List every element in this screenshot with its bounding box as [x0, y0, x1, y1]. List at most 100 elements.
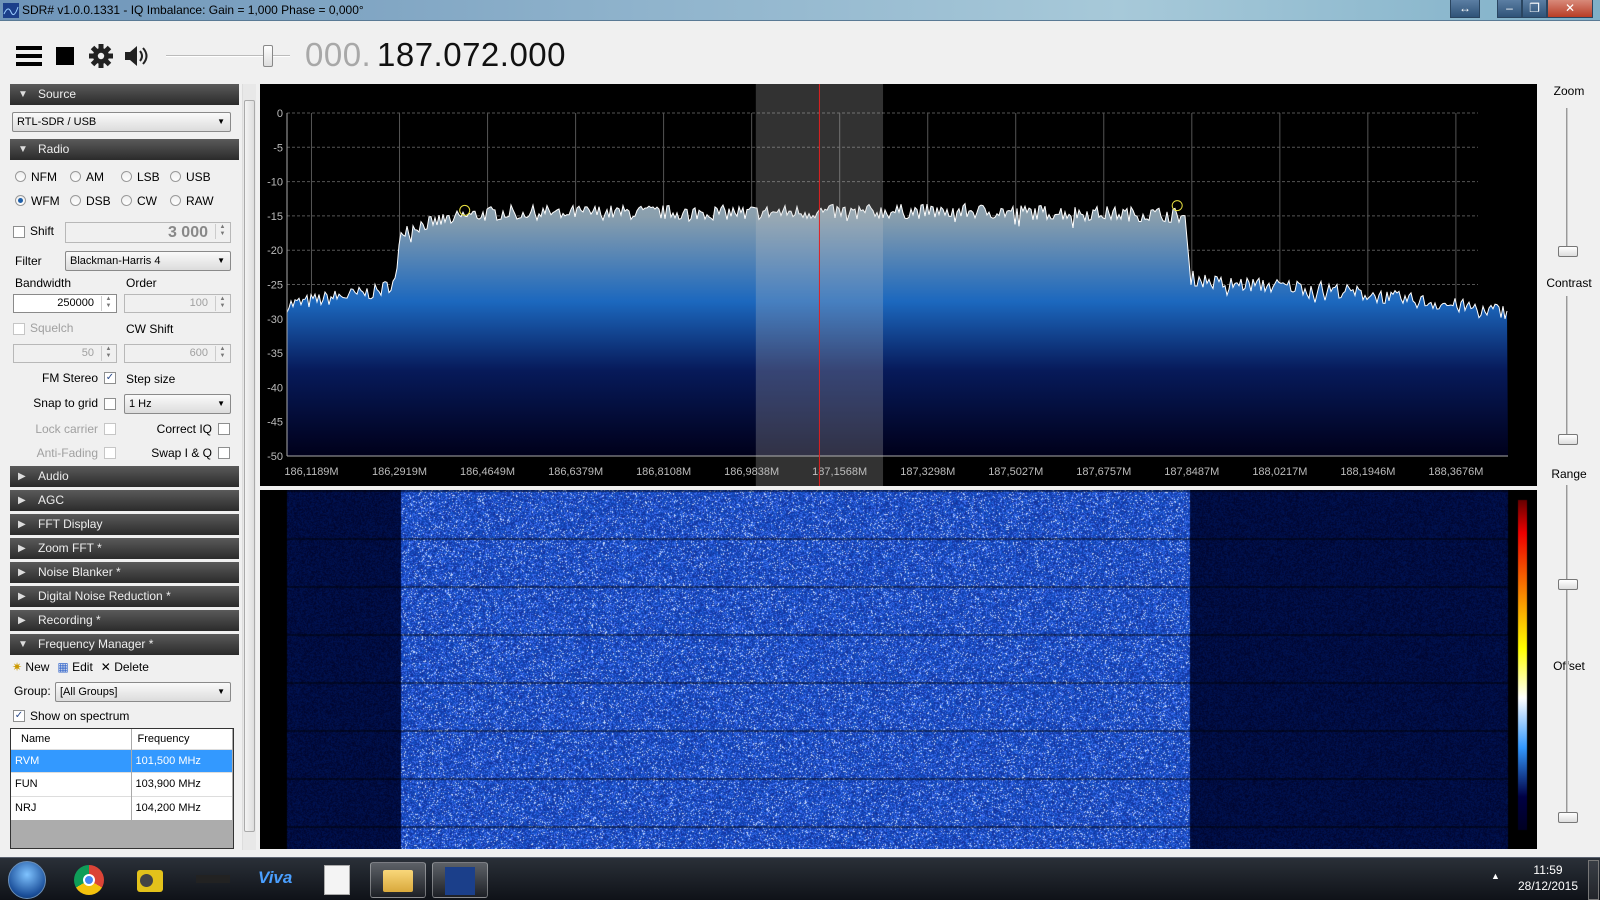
panel-header-digitalnoisereduction[interactable]: ▶ Digital Noise Reduction * — [10, 586, 239, 607]
y-tick-label: -5 — [273, 142, 283, 154]
bandwidth-input[interactable]: 250000 ▲ ▼ — [13, 294, 117, 313]
frequency-manager-header[interactable]: ▼ Frequency Manager * — [10, 634, 239, 655]
mode-label: RAW — [186, 194, 214, 208]
panel-header-noiseblanker[interactable]: ▶ Noise Blanker * — [10, 562, 239, 583]
offset-slider-thumb[interactable] — [1558, 812, 1578, 823]
panel-header-recording[interactable]: ▶ Recording * — [10, 610, 239, 631]
frequency-manager-header-label: Frequency Manager * — [38, 637, 154, 651]
source-header[interactable]: ▼ Source — [10, 84, 239, 105]
column-frequency[interactable]: Frequency — [131, 729, 233, 749]
y-tick-label: 0 — [277, 108, 283, 120]
clock-date: 28/12/2015 — [1517, 879, 1579, 893]
snap-to-grid-checkbox[interactable] — [104, 398, 116, 410]
delete-button[interactable]: ✕ Delete — [101, 660, 149, 674]
expand-arrow-icon: ▶ — [18, 567, 26, 578]
explorer-taskbar-button[interactable] — [370, 862, 426, 898]
x-tick-label: 187,6757M — [1076, 466, 1131, 478]
show-desktop-button[interactable] — [1588, 860, 1599, 900]
shift-value: 3 000 — [167, 224, 208, 241]
fm-stereo-checkbox[interactable]: ✓ — [104, 372, 116, 384]
offset-slider[interactable] — [1566, 674, 1568, 818]
radio-app-icon[interactable] — [137, 870, 163, 892]
radio-button[interactable] — [15, 171, 26, 182]
document-icon[interactable] — [324, 865, 350, 895]
group-dropdown[interactable]: [All Groups] ▼ — [55, 682, 231, 702]
squelch-checkbox[interactable] — [13, 323, 25, 335]
spectrum-analyzer[interactable]: 0 -5 -10 -15 -20 -25 -30 -35 -40 -45 -50 186,1189M 1… — [260, 84, 1537, 486]
start-button[interactable] — [8, 861, 46, 899]
panel-header-zoomfft[interactable]: ▶ Zoom FFT * — [10, 538, 239, 559]
panel-header-label: Noise Blanker * — [38, 565, 121, 579]
contrast-slider-thumb[interactable] — [1558, 434, 1578, 445]
swap-iq-checkbox[interactable] — [218, 447, 230, 459]
stop-icon[interactable] — [56, 47, 74, 65]
correct-iq-checkbox[interactable] — [218, 423, 230, 435]
panel-header-label: AGC — [38, 493, 65, 507]
filter-dropdown[interactable]: Blackman-Harris 4 ▼ — [65, 251, 231, 271]
waterfall-display[interactable] — [260, 490, 1537, 849]
show-hidden-icons-button[interactable]: ▲ — [1491, 871, 1500, 881]
shift-input[interactable]: 3 000 ▲ ▼ — [65, 222, 231, 243]
mode-label: USB — [186, 170, 211, 184]
show-on-spectrum-checkbox[interactable]: ✓ — [13, 710, 25, 722]
expand-arrow-icon: ▶ — [18, 519, 26, 530]
resize-button[interactable]: ↔ — [1450, 0, 1480, 18]
column-name[interactable]: Name — [11, 729, 132, 749]
radio-button[interactable] — [121, 171, 132, 182]
lock-carrier-checkbox[interactable] — [104, 423, 116, 435]
x-tick-label: 187,8487M — [1164, 466, 1219, 478]
left-panel-scrollbar[interactable] — [242, 84, 256, 850]
scrollbar-thumb[interactable] — [244, 100, 255, 832]
zoom-slider-thumb[interactable] — [1558, 246, 1578, 257]
minimize-button[interactable]: – — [1497, 0, 1522, 18]
anti-fading-checkbox[interactable] — [104, 447, 116, 459]
radio-button[interactable] — [170, 195, 181, 206]
radio-button[interactable] — [70, 195, 81, 206]
table-row[interactable]: NRJ 104,200 MHz — [11, 796, 233, 820]
zoom-slider[interactable] — [1566, 108, 1568, 252]
dab-app-icon[interactable] — [196, 875, 230, 883]
step-size-dropdown[interactable]: 1 Hz ▼ — [124, 394, 231, 414]
contrast-slider[interactable] — [1566, 296, 1568, 440]
panel-header-fftdisplay[interactable]: ▶ FFT Display — [10, 514, 239, 535]
squelch-input[interactable]: 50 ▲ ▼ — [13, 344, 117, 363]
waterfall-canvas[interactable] — [260, 490, 1537, 849]
system-clock[interactable]: 11:59 28/12/2015 — [1508, 862, 1588, 894]
table-row[interactable]: FUN 103,900 MHz — [11, 772, 233, 796]
frequency-prefix[interactable]: 000. — [305, 36, 371, 74]
radio-button[interactable] — [15, 195, 26, 206]
shift-checkbox[interactable] — [13, 226, 25, 238]
edit-label: Edit — [72, 660, 93, 674]
source-dropdown[interactable]: RTL-SDR / USB ▼ — [12, 112, 231, 132]
radio-header[interactable]: ▼ Radio — [10, 139, 239, 160]
chrome-icon[interactable] — [74, 865, 104, 895]
close-button[interactable]: ✕ — [1547, 0, 1593, 18]
radio-button[interactable] — [70, 171, 81, 182]
radio-button[interactable] — [170, 171, 181, 182]
menu-icon[interactable] — [16, 46, 42, 66]
new-button[interactable]: ✷ New — [12, 660, 49, 674]
sdrsharp-taskbar-button[interactable] — [432, 862, 488, 898]
restore-button[interactable]: ❐ — [1522, 0, 1547, 18]
radio-viva-icon[interactable]: Viva — [258, 868, 292, 888]
order-input[interactable]: 100 ▲ ▼ — [124, 294, 231, 313]
filter-label: Filter — [15, 254, 42, 268]
speaker-icon[interactable] — [124, 45, 150, 67]
volume-slider-thumb[interactable] — [263, 45, 273, 67]
frequency-display[interactable]: 187.072.000 — [377, 36, 566, 74]
filter-value: Blackman-Harris 4 — [70, 255, 161, 267]
bandwidth-value: 250000 — [57, 297, 94, 309]
gear-icon[interactable] — [89, 44, 113, 68]
expand-arrow-icon: ▶ — [18, 615, 26, 626]
cw-shift-input[interactable]: 600 ▲ ▼ — [124, 344, 231, 363]
radio-button[interactable] — [121, 195, 132, 206]
range-slider-thumb[interactable] — [1558, 578, 1578, 590]
panel-header-audio[interactable]: ▶ Audio — [10, 466, 239, 487]
x-tick-label: 186,1189M — [284, 466, 338, 478]
edit-button[interactable]: ▦ Edit — [57, 660, 92, 674]
frequency-table: Name Frequency RVM 101,500 MHz FUN 103,900 MH… — [10, 728, 234, 849]
swap-iq-label: Swap I & Q — [151, 446, 212, 460]
table-header: Name Frequency — [11, 729, 233, 749]
panel-header-agc[interactable]: ▶ AGC — [10, 490, 239, 511]
table-row[interactable]: RVM 101,500 MHz — [11, 749, 233, 773]
